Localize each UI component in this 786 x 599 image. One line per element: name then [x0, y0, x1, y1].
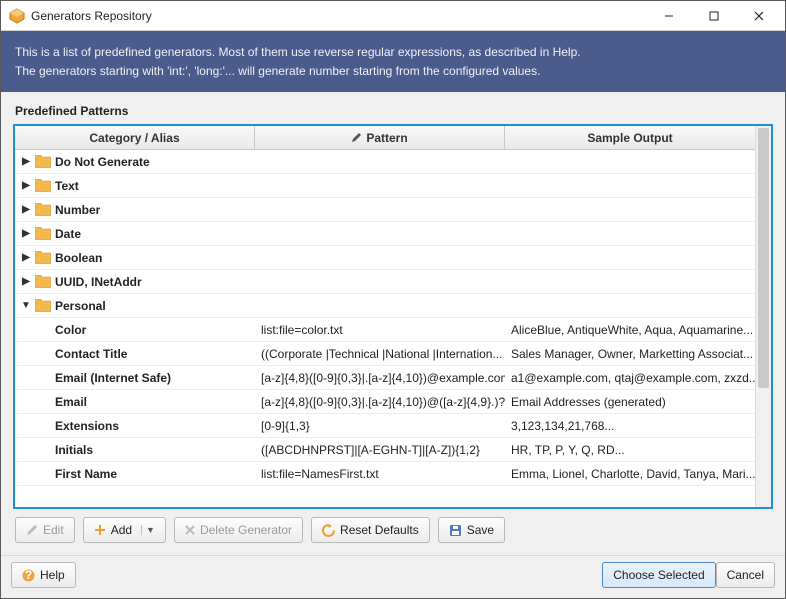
pencil-icon: [26, 524, 38, 536]
plus-icon: [94, 524, 106, 536]
window-title: Generators Repository: [25, 9, 646, 23]
add-button[interactable]: Add ▼: [83, 517, 166, 543]
table-row[interactable]: First Namelist:file=NamesFirst.txtEmma, …: [15, 462, 755, 486]
folder-icon: [35, 275, 51, 289]
category-row[interactable]: ▶ UUID, INetAddr: [15, 270, 755, 294]
pencil-icon: [351, 132, 362, 143]
section-label: Predefined Patterns: [13, 104, 773, 124]
folder-icon: [35, 227, 51, 241]
folder-icon: [35, 251, 51, 265]
close-button[interactable]: [736, 2, 781, 30]
sample-cell: 3,123,134,21,768...: [505, 414, 755, 437]
help-button[interactable]: ? Help: [11, 562, 76, 588]
table-row[interactable]: Email[a-z]{4,8}([0-9]{0,3}|.[a-z]{4,10})…: [15, 390, 755, 414]
category-row[interactable]: ▶ Boolean: [15, 246, 755, 270]
column-header-category[interactable]: Category / Alias: [15, 126, 255, 149]
category-row[interactable]: ▼ Personal: [15, 294, 755, 318]
table-row[interactable]: Colorlist:file=color.txtAliceBlue, Antiq…: [15, 318, 755, 342]
category-label: Personal: [55, 299, 106, 313]
table-row[interactable]: Contact Title((Corporate |Technical |Nat…: [15, 342, 755, 366]
column-header-pattern[interactable]: Pattern: [255, 126, 505, 149]
chevron-right-icon[interactable]: ▶: [21, 180, 31, 191]
pattern-cell: ([ABCDHNPRST]|[A-EGHN-T]|[A-Z]){1,2}: [255, 438, 505, 461]
info-line-2: The generators starting with 'int:', 'lo…: [15, 62, 771, 81]
save-button[interactable]: Save: [438, 517, 505, 543]
category-label: Do Not Generate: [55, 155, 150, 169]
delete-generator-button[interactable]: Delete Generator: [174, 517, 303, 543]
alias-cell: Email: [15, 390, 255, 413]
category-row[interactable]: ▶ Do Not Generate: [15, 150, 755, 174]
alias-cell: Color: [15, 318, 255, 341]
sample-cell: Sales Manager, Owner, Marketting Associa…: [505, 342, 755, 365]
pattern-cell: [0-9]{1,3}: [255, 414, 505, 437]
maximize-button[interactable]: [691, 2, 736, 30]
app-icon: [9, 8, 25, 24]
sample-cell: Email Addresses (generated): [505, 390, 755, 413]
chevron-down-icon[interactable]: ▼: [21, 300, 31, 311]
svg-text:?: ?: [25, 569, 32, 582]
chevron-right-icon[interactable]: ▶: [21, 276, 31, 287]
footer: ? Help Choose Selected Cancel: [1, 555, 785, 598]
folder-icon: [35, 179, 51, 193]
reset-defaults-button[interactable]: Reset Defaults: [311, 517, 430, 543]
info-banner: This is a list of predefined generators.…: [1, 31, 785, 92]
minimize-button[interactable]: [646, 2, 691, 30]
alias-cell: Initials: [15, 438, 255, 461]
category-label: UUID, INetAddr: [55, 275, 142, 289]
folder-icon: [35, 299, 51, 313]
category-label: Date: [55, 227, 81, 241]
chevron-right-icon[interactable]: ▶: [21, 156, 31, 167]
chevron-right-icon[interactable]: ▶: [21, 228, 31, 239]
folder-icon: [35, 155, 51, 169]
pattern-cell: list:file=color.txt: [255, 318, 505, 341]
alias-cell: Extensions: [15, 414, 255, 437]
category-row[interactable]: ▶ Text: [15, 174, 755, 198]
sample-cell: Emma, Lionel, Charlotte, David, Tanya, M…: [505, 462, 755, 485]
choose-selected-button[interactable]: Choose Selected: [602, 562, 715, 588]
table-row[interactable]: Email (Internet Safe)[a-z]{4,8}([0-9]{0,…: [15, 366, 755, 390]
pattern-cell: ((Corporate |Technical |National |Intern…: [255, 342, 505, 365]
titlebar: Generators Repository: [1, 1, 785, 31]
category-label: Boolean: [55, 251, 102, 265]
sample-cell: HR, TP, P, Y, Q, RD...: [505, 438, 755, 461]
content-area: Predefined Patterns Category / Alias Pat…: [1, 92, 785, 555]
refresh-icon: [322, 524, 335, 537]
pattern-cell: list:file=NamesFirst.txt: [255, 462, 505, 485]
toolbar: Edit Add ▼ Delete Generator Reset Defaul…: [13, 509, 773, 547]
alias-cell: Email (Internet Safe): [15, 366, 255, 389]
scrollbar-thumb[interactable]: [758, 128, 769, 388]
x-icon: [185, 525, 195, 535]
chevron-right-icon[interactable]: ▶: [21, 252, 31, 263]
help-icon: ?: [22, 569, 35, 582]
sample-cell: AliceBlue, AntiqueWhite, Aqua, Aquamarin…: [505, 318, 755, 341]
table-row[interactable]: Extensions[0-9]{1,3}3,123,134,21,768...: [15, 414, 755, 438]
category-row[interactable]: ▶ Number: [15, 198, 755, 222]
dialog-window: Generators Repository This is a list of …: [0, 0, 786, 599]
folder-icon: [35, 203, 51, 217]
patterns-table: Category / Alias Pattern Sample Output ▶…: [13, 124, 773, 509]
table-header: Category / Alias Pattern Sample Output: [15, 126, 755, 150]
category-label: Text: [55, 179, 79, 193]
chevron-down-icon[interactable]: ▼: [141, 525, 155, 535]
pattern-cell: [a-z]{4,8}([0-9]{0,3}|.[a-z]{4,10})@([a-…: [255, 390, 505, 413]
pattern-cell: [a-z]{4,8}([0-9]{0,3}|.[a-z]{4,10})@exam…: [255, 366, 505, 389]
alias-cell: First Name: [15, 462, 255, 485]
edit-button[interactable]: Edit: [15, 517, 75, 543]
table-row[interactable]: Initials([ABCDHNPRST]|[A-EGHN-T]|[A-Z]){…: [15, 438, 755, 462]
category-label: Number: [55, 203, 100, 217]
floppy-icon: [449, 524, 462, 537]
sample-cell: a1@example.com, qtaj@example.com, zxzd..…: [505, 366, 755, 389]
column-header-sample[interactable]: Sample Output: [505, 126, 755, 149]
info-line-1: This is a list of predefined generators.…: [15, 43, 771, 62]
category-row[interactable]: ▶ Date: [15, 222, 755, 246]
chevron-right-icon[interactable]: ▶: [21, 204, 31, 215]
alias-cell: Contact Title: [15, 342, 255, 365]
cancel-button[interactable]: Cancel: [716, 562, 775, 588]
vertical-scrollbar[interactable]: [755, 126, 771, 507]
